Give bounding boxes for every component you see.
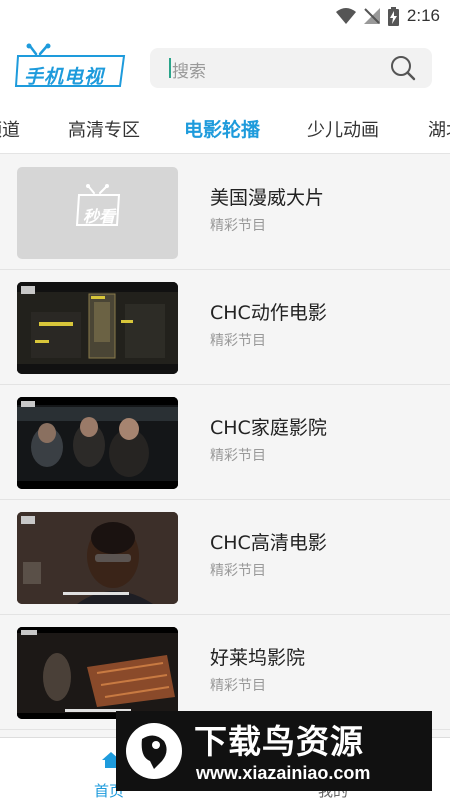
channel-subtitle: 精彩节目: [210, 218, 266, 234]
watermark-title: 下载鸟资源: [194, 722, 364, 761]
app-logo[interactable]: 手机电视: [14, 42, 129, 92]
channel-item[interactable]: CHC动作电影 精彩节目: [0, 270, 450, 385]
battery-charging-icon: [387, 6, 399, 26]
channel-thumbnail: [17, 512, 178, 604]
no-signal-icon: [363, 8, 380, 24]
bird-logo-icon: [126, 723, 182, 779]
channel-title: 好莱坞影院: [210, 647, 306, 669]
tab-movie-carousel[interactable]: 电影轮播: [184, 115, 260, 142]
watermark-banner: 下载鸟资源 www.xiazainiao.com: [116, 711, 432, 791]
movie-still-image: [17, 512, 178, 604]
logo-text: 手机电视: [24, 66, 105, 88]
movie-still-image: [17, 627, 178, 719]
channel-subtitle: 精彩节目: [210, 448, 266, 464]
channel-title: CHC高清电影: [210, 532, 327, 554]
tab-hd-zone[interactable]: 高清专区: [68, 116, 140, 142]
wifi-icon: [335, 8, 356, 24]
channel-subtitle: 精彩节目: [210, 333, 266, 349]
channel-thumbnail: [17, 397, 178, 489]
movie-still-image: [17, 397, 178, 489]
search-input[interactable]: 搜索: [150, 48, 432, 88]
tab-kids-animation[interactable]: 少儿动画: [307, 116, 379, 142]
channel-title: CHC家庭影院: [210, 417, 327, 439]
tab-channels[interactable]: 频道: [0, 116, 20, 142]
movie-still-image: [17, 282, 178, 374]
thumbnail-text: 秒看: [83, 207, 116, 226]
status-time: 2:16: [406, 6, 440, 25]
channel-title: CHC动作电影: [210, 302, 327, 324]
channel-subtitle: 精彩节目: [210, 678, 266, 694]
channel-subtitle: 精彩节目: [210, 563, 266, 579]
channel-thumbnail: [17, 627, 178, 719]
watermark-url: www.xiazainiao.com: [196, 763, 371, 783]
channel-item[interactable]: 秒看 美国漫威大片 精彩节目: [0, 155, 450, 270]
status-icons: 2:16: [335, 6, 440, 26]
search-icon[interactable]: [390, 55, 416, 81]
channel-list: 秒看 美国漫威大片 精彩节目 CHC动作电影 精彩节目 CHC家庭影院 精彩节目…: [0, 155, 450, 730]
status-bar: 2:16: [0, 0, 450, 32]
text-cursor: [169, 58, 171, 78]
channel-title: 美国漫威大片: [210, 187, 325, 209]
channel-item[interactable]: CHC高清电影 精彩节目: [0, 500, 450, 615]
channel-thumbnail: 秒看: [17, 167, 178, 259]
tab-hubei[interactable]: 湖北: [428, 116, 450, 142]
category-tabs: 频道 高清专区 电影轮播 少儿动画 湖北: [0, 102, 450, 154]
app-header: 手机电视 搜索: [0, 32, 450, 102]
channel-item[interactable]: CHC家庭影院 精彩节目: [0, 385, 450, 500]
search-placeholder: 搜索: [172, 62, 206, 82]
channel-thumbnail: [17, 282, 178, 374]
